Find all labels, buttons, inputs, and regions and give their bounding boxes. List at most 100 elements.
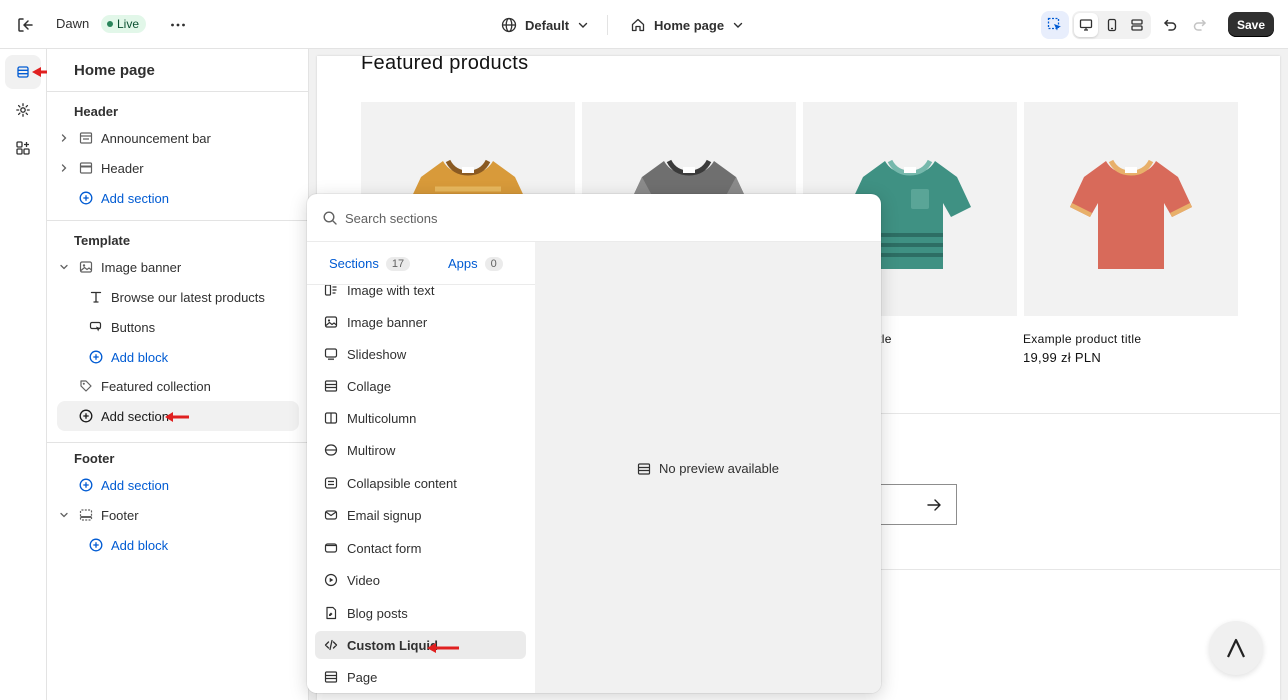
tag-icon xyxy=(77,377,95,395)
annotation-arrow-icon xyxy=(165,412,189,422)
section-option-label: Page xyxy=(347,669,378,685)
banner-add-block-button[interactable]: Add block xyxy=(57,342,299,372)
sidekick-button[interactable] xyxy=(1209,621,1263,675)
desktop-icon xyxy=(1079,19,1092,31)
footer-add-block-button[interactable]: Add block xyxy=(57,530,299,560)
chevron-right-icon[interactable] xyxy=(57,131,71,145)
section-option-label: Collage xyxy=(347,378,392,394)
home-icon xyxy=(631,18,645,32)
section-option-page[interactable]: Page xyxy=(315,663,526,691)
rail-apps-button[interactable] xyxy=(5,131,41,165)
section-list-panel: Image with text Image banner Slideshow C… xyxy=(307,242,535,693)
section-option-custom-liquid[interactable]: Custom Liquid xyxy=(315,631,526,659)
page-selector[interactable]: Home page xyxy=(630,15,744,35)
plus-circle-icon xyxy=(77,407,95,425)
sidebar-item-label: Footer xyxy=(101,507,139,523)
chevron-down-icon[interactable] xyxy=(57,508,71,522)
plus-circle-icon xyxy=(87,348,105,366)
section-option-label: Slideshow xyxy=(347,346,407,362)
rail-settings-button[interactable] xyxy=(5,93,41,127)
tab-count-badge: 17 xyxy=(385,256,411,271)
add-block-label: Add block xyxy=(111,537,169,553)
plus-circle-icon xyxy=(77,189,95,207)
chevron-right-icon[interactable] xyxy=(57,161,71,175)
mobile-view-button[interactable] xyxy=(1100,13,1124,37)
tab-sections[interactable]: Sections 17 xyxy=(329,256,411,271)
section-option-label: Blog posts xyxy=(347,605,408,621)
globe-icon xyxy=(501,17,517,33)
chevron-up-icon xyxy=(1227,638,1245,658)
chevron-down-icon xyxy=(733,22,743,28)
collapsible-icon xyxy=(323,475,339,491)
top-bar: Dawn Live Default Home page Save xyxy=(0,0,1288,49)
sidebar-item-label: Featured collection xyxy=(101,378,211,394)
no-preview-label: No preview available xyxy=(659,461,779,476)
section-preview-panel: No preview available xyxy=(535,242,881,693)
left-rail xyxy=(0,49,47,700)
annotation-arrow-icon xyxy=(427,643,459,653)
plus-circle-icon xyxy=(87,536,105,554)
sidebar-item-header[interactable]: Header xyxy=(57,153,299,183)
cursor-select-icon xyxy=(1047,17,1061,31)
theme-selector-label: Default xyxy=(525,17,570,33)
section-option-multirow[interactable]: Multirow xyxy=(315,436,526,464)
product-title[interactable]: Example product title xyxy=(1023,332,1141,346)
group-template-label: Template xyxy=(74,233,131,248)
contact-form-icon xyxy=(323,540,339,556)
exit-icon[interactable] xyxy=(15,15,35,35)
group-header-label: Header xyxy=(74,104,119,119)
section-picker-tabs: Sections 17 Apps 0 xyxy=(307,242,535,285)
section-option-blog-posts[interactable]: Blog posts xyxy=(315,599,526,627)
theme-selector[interactable]: Default xyxy=(501,15,589,35)
sidebar-item-footer[interactable]: Footer xyxy=(57,500,299,530)
chevron-down-icon[interactable] xyxy=(57,260,71,274)
section-option-contact-form[interactable]: Contact form xyxy=(315,534,526,562)
inspector-toggle-button[interactable] xyxy=(1041,11,1069,39)
section-option-slideshow[interactable]: Slideshow xyxy=(315,340,526,368)
section-option-label: Image banner xyxy=(347,314,428,330)
search-icon xyxy=(323,211,337,225)
more-actions-icon[interactable] xyxy=(168,15,188,35)
product-card-image[interactable] xyxy=(1024,102,1238,316)
image-icon xyxy=(323,314,339,330)
sidebar-item-featured-collection[interactable]: Featured collection xyxy=(57,371,299,401)
sidebar-item-announcement-bar[interactable]: Announcement bar xyxy=(57,123,299,153)
header-add-section-button[interactable]: Add section xyxy=(57,183,299,213)
multicolumn-icon xyxy=(323,410,339,426)
live-badge-label: Live xyxy=(117,17,140,31)
section-option-multicolumn[interactable]: Multicolumn xyxy=(315,404,526,432)
undo-icon[interactable] xyxy=(1159,15,1179,35)
tab-apps[interactable]: Apps 0 xyxy=(448,256,503,271)
fullscreen-icon xyxy=(1131,19,1143,31)
apps-icon xyxy=(16,141,30,155)
sections-sidebar: Home page Header Announcement bar Header… xyxy=(47,49,309,700)
sidebar-item-image-banner[interactable]: Image banner xyxy=(57,252,299,282)
section-option-image-banner[interactable]: Image banner xyxy=(315,308,526,336)
fullscreen-view-button[interactable] xyxy=(1125,13,1149,37)
section-option-email-signup[interactable]: Email signup xyxy=(315,501,526,529)
redo-icon[interactable] xyxy=(1191,15,1211,35)
sidebar-divider xyxy=(47,442,309,443)
section-option-collapsible-content[interactable]: Collapsible content xyxy=(315,469,526,497)
sidebar-item-label: Image banner xyxy=(101,259,182,275)
section-option-video[interactable]: Video xyxy=(315,566,526,594)
live-status-badge: Live xyxy=(101,15,147,33)
page-icon xyxy=(323,669,339,685)
save-button[interactable]: Save xyxy=(1228,12,1274,37)
arrow-right-icon[interactable] xyxy=(925,496,943,514)
text-icon xyxy=(87,288,105,306)
footer-add-section-button[interactable]: Add section xyxy=(57,470,299,500)
section-search-bar xyxy=(307,194,881,242)
desktop-view-button[interactable] xyxy=(1074,13,1098,37)
sidebar-block-buttons[interactable]: Buttons xyxy=(57,312,299,342)
search-sections-input[interactable] xyxy=(345,206,845,230)
image-icon xyxy=(77,258,95,276)
slideshow-icon xyxy=(323,346,339,362)
section-option-collage[interactable]: Collage xyxy=(315,372,526,400)
play-icon xyxy=(323,572,339,588)
group-footer-label: Footer xyxy=(74,451,115,466)
no-preview-message: No preview available xyxy=(535,461,881,476)
live-dot-icon xyxy=(107,21,113,27)
sidebar-block-browse-text[interactable]: Browse our latest products xyxy=(57,282,299,312)
